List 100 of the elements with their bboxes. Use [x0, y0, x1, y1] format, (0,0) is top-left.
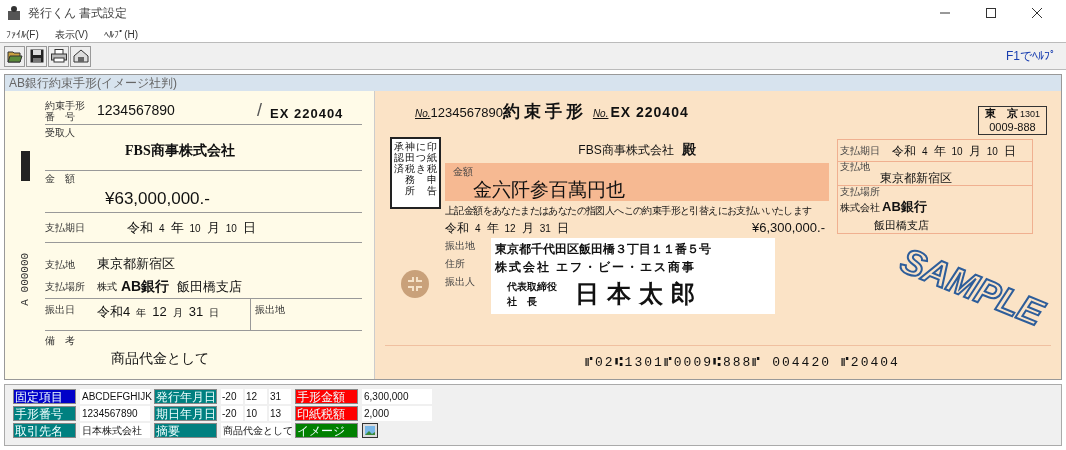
field-label: 備 考 — [45, 334, 76, 348]
due-date: 令和 — [892, 142, 916, 160]
due-date: 4 — [922, 144, 928, 159]
payee-suffix: 殿 — [681, 141, 696, 159]
field-label: 印紙税額 — [295, 406, 358, 421]
field-value[interactable]: 1234567890 — [80, 406, 150, 421]
amount: ¥63,000,000.- — [105, 188, 211, 210]
bank-prefix: 株式会社 — [840, 201, 880, 215]
number-mark: No. — [592, 107, 609, 121]
remark: 商品代金として — [111, 349, 210, 368]
date-field[interactable]: 12 — [245, 389, 267, 404]
due-date: 4 — [159, 221, 165, 236]
due-date: 10 — [189, 221, 201, 236]
field-label: 振出日 — [45, 303, 76, 317]
field-label: 摘要 — [154, 423, 217, 438]
field-value[interactable]: 2,000 — [362, 406, 432, 421]
close-icon[interactable] — [1032, 8, 1042, 18]
due-date: 10 — [225, 221, 237, 236]
issuer-title: 社 長 — [507, 295, 538, 309]
due-date: 10 — [986, 144, 998, 159]
due-date: 年 — [170, 218, 184, 237]
date-field[interactable]: 10 — [245, 406, 267, 421]
issuer-name: 日本太郎 — [575, 280, 703, 309]
stamp-duty-text: 神田税務所 — [404, 141, 415, 198]
toolbar-button[interactable] — [26, 45, 47, 67]
help-hint: F1でﾍﾙﾌﾟ — [1006, 48, 1056, 65]
field-label: 振出地 — [445, 239, 476, 253]
date-field[interactable]: 13 — [269, 406, 291, 421]
issue-date: 月 — [521, 220, 534, 237]
serial-number: A 000000 — [17, 252, 32, 306]
series-number: EX 220404 — [270, 104, 344, 123]
slash-mark: / — [257, 99, 262, 122]
issue-date: 日 — [556, 220, 569, 237]
payment-place: 東京都新宿区 — [97, 255, 175, 274]
window-title: 発行くん 書式設定 — [28, 5, 128, 22]
field-label: 手形金額 — [295, 389, 358, 404]
field-label: 支払期日 — [45, 221, 86, 235]
issue-date: 12 — [504, 222, 516, 236]
amount-in-words: 金六阡参百萬円也 — [473, 179, 626, 201]
due-date: 日 — [242, 218, 256, 237]
payment-place: 東京都新宿区 — [880, 172, 953, 185]
amount: ¥6,300,000.- — [752, 219, 825, 237]
bank-name: AB銀行 — [121, 277, 170, 296]
field-value[interactable]: 商品代金として — [221, 423, 291, 438]
field-value[interactable]: 6,300,000 — [362, 389, 432, 404]
image-button[interactable] — [362, 423, 378, 438]
clearing-number: 0009-888 — [989, 121, 1036, 134]
number-mark: No. — [415, 107, 431, 121]
field-label: 発行年月日 — [154, 389, 217, 404]
field-value[interactable]: ABCDEFGHIJK — [80, 389, 150, 404]
menu-item[interactable]: ﾍﾙﾌﾟ(H) — [104, 26, 138, 42]
date-field[interactable]: -20 — [221, 406, 243, 421]
panel-title: AB銀行約束手形(イメージ社判) — [9, 75, 177, 92]
toolbar-button[interactable] — [4, 45, 25, 67]
field-label: 振出地 — [254, 303, 285, 317]
issue-date: 年 — [136, 306, 147, 320]
series-number: EX 220404 — [610, 103, 689, 122]
issue-date: 12 — [152, 303, 167, 321]
issue-date: 31 — [539, 222, 551, 236]
field-value[interactable]: 日本株式会社 — [80, 423, 150, 438]
seal-icon — [400, 269, 430, 299]
field-label: 支払地 — [45, 257, 76, 272]
house-icon — [72, 49, 89, 63]
issuer-title: 代表取締役 — [507, 280, 558, 294]
due-date: 10 — [951, 144, 963, 159]
issue-date: 年 — [486, 220, 499, 237]
branch-name: 飯田橋支店 — [177, 277, 243, 296]
micr-line: ⑈02⑆1301⑈0009⑆888⑈ 004420 ⑈20404 — [585, 353, 900, 372]
due-date: 日 — [1003, 142, 1016, 160]
issue-date: 31 — [188, 303, 204, 321]
due-date: 年 — [933, 142, 946, 160]
field-label: 取引先名 — [13, 423, 76, 438]
field-label: 期日年月日 — [154, 406, 217, 421]
menu-item[interactable]: ﾌｧｲﾙ(F) — [6, 26, 39, 42]
field-label: 金額 — [453, 165, 474, 179]
field-label: 約束手形 — [45, 99, 86, 111]
field-label: 金 額 — [45, 172, 76, 186]
toolbar-button[interactable] — [48, 45, 69, 67]
menu-item[interactable]: 表示(V) — [54, 26, 89, 42]
field-label: 番 号 — [45, 110, 75, 122]
payee-name: FBS商事株式会社 — [578, 142, 674, 159]
field-label: 住所 — [445, 257, 466, 271]
issuer-address: 東京都千代田区飯田橋３丁目１１番５号 — [495, 241, 712, 258]
field-label: 支払場所 — [840, 186, 881, 197]
picture-icon — [365, 426, 375, 435]
date-field[interactable]: 31 — [269, 389, 291, 404]
field-label: 振出人 — [445, 275, 476, 289]
issue-date: 4 — [475, 222, 481, 236]
issue-date: 令和 — [445, 220, 469, 237]
field-label: 受取人 — [45, 126, 76, 140]
issuer-company: 株式会社 エフ・ビー・エス商事 — [495, 259, 698, 276]
field-label: 固定項目 — [13, 389, 76, 404]
promise-text: 上記金額をあなたまたはあなたの指図人へこの約束手形と引替えにお支払いいたします — [445, 204, 812, 218]
date-field[interactable]: -20 — [221, 389, 243, 404]
maximize-icon[interactable] — [986, 8, 996, 18]
branch-name: 飯田橋支店 — [874, 217, 930, 233]
app-icon — [6, 5, 22, 21]
note-number: 1234567890 — [97, 101, 176, 120]
issue-date: 令和4 — [97, 303, 131, 321]
due-date: 月 — [968, 142, 981, 160]
